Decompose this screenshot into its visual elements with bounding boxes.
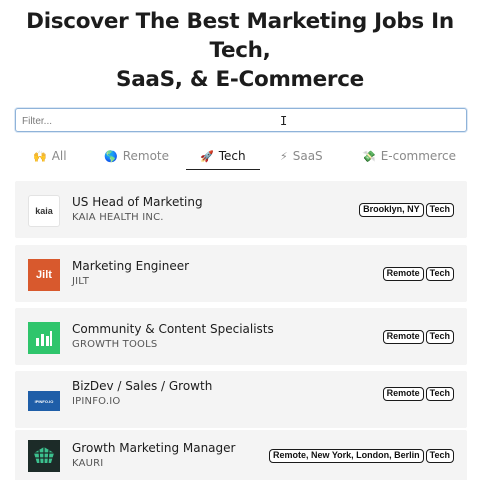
category-tag[interactable]: Tech — [425, 387, 454, 401]
tab-label: All — [51, 149, 67, 163]
company-name: IPINFO.IO — [72, 396, 121, 407]
logo-text: IPINFO.IO — [34, 398, 54, 404]
category-tag[interactable]: Tech — [425, 267, 454, 281]
category-tag[interactable]: Tech — [425, 449, 454, 463]
logo-text: kaia — [35, 206, 53, 216]
location-tag[interactable]: Remote — [382, 330, 424, 344]
tag-group: Brooklyn, NY Tech — [359, 203, 454, 217]
tab-e-commerce[interactable]: 💸 E-commerce — [362, 143, 456, 169]
tab-label: Tech — [218, 149, 246, 163]
company-name: JILT — [72, 276, 90, 287]
location-tag[interactable]: Remote — [382, 267, 424, 281]
job-title[interactable]: Growth Marketing Manager — [72, 441, 235, 455]
tab-label: Remote — [122, 149, 170, 163]
location-tag[interactable]: Remote, New York, London, Berlin — [268, 449, 424, 463]
filter-box[interactable]: I — [15, 108, 467, 133]
job-row[interactable]: Growth Marketing Manager KAURI Remote, N… — [15, 430, 467, 480]
headline-line-2: SaaS, & E-Commerce — [116, 67, 364, 92]
job-title[interactable]: Marketing Engineer — [72, 259, 189, 273]
tag-group: Remote Tech — [382, 330, 454, 344]
company-name: GROWTH TOOLS — [72, 339, 158, 350]
category-tabs: 🙌 All 🌎 Remote 🚀 Tech ⚡ SaaS 💸 E-commerce — [15, 143, 467, 170]
job-row[interactable]: Jilt Marketing Engineer JILT Remote Tech — [15, 245, 467, 302]
globe-icon: 🌎 — [104, 150, 118, 163]
ipinfo-logo-icon: IPINFO.IO — [28, 391, 60, 411]
tab-saas[interactable]: ⚡ SaaS — [280, 143, 323, 169]
kaia-logo-icon: kaia — [28, 195, 60, 227]
tab-label: E-commerce — [380, 149, 456, 163]
job-title[interactable]: US Head of Marketing — [72, 195, 203, 209]
job-title[interactable]: BizDev / Sales / Growth — [72, 379, 212, 393]
filter-input[interactable] — [16, 110, 466, 133]
job-row[interactable]: kaia US Head of Marketing KAIA HEALTH IN… — [15, 181, 467, 238]
kauri-shell-logo-icon — [28, 440, 60, 472]
bar-chart-logo-icon — [28, 322, 60, 354]
location-tag[interactable]: Remote — [382, 387, 424, 401]
money-icon: 💸 — [362, 150, 376, 163]
page-headline: Discover The Best Marketing Jobs In Tech… — [0, 7, 480, 94]
tag-group: Remote Tech — [382, 267, 454, 281]
logo-text: Jilt — [36, 269, 52, 281]
raised-hands-icon: 🙌 — [33, 150, 47, 163]
tab-all[interactable]: 🙌 All — [33, 143, 67, 169]
tab-tech[interactable]: 🚀 Tech — [186, 143, 260, 170]
company-name: KAURI — [72, 458, 104, 469]
category-tag[interactable]: Tech — [425, 203, 454, 217]
tab-remote[interactable]: 🌎 Remote — [104, 143, 169, 169]
tab-label: SaaS — [292, 149, 323, 163]
tag-group: Remote Tech — [382, 387, 454, 401]
job-title[interactable]: Community & Content Specialists — [72, 322, 274, 336]
job-row[interactable]: IPINFO.IO BizDev / Sales / Growth IPINFO… — [15, 371, 467, 428]
rocket-icon: 🚀 — [200, 150, 214, 163]
category-tag[interactable]: Tech — [425, 330, 454, 344]
location-tag[interactable]: Brooklyn, NY — [359, 203, 424, 217]
lightning-icon: ⚡ — [280, 150, 288, 163]
tag-group: Remote, New York, London, Berlin Tech — [268, 449, 454, 463]
headline-line-1: Discover The Best Marketing Jobs In Tech… — [26, 9, 454, 63]
job-row[interactable]: Community & Content Specialists GROWTH T… — [15, 308, 467, 365]
jilt-logo-icon: Jilt — [28, 259, 60, 291]
company-name: KAIA HEALTH INC. — [72, 212, 164, 223]
